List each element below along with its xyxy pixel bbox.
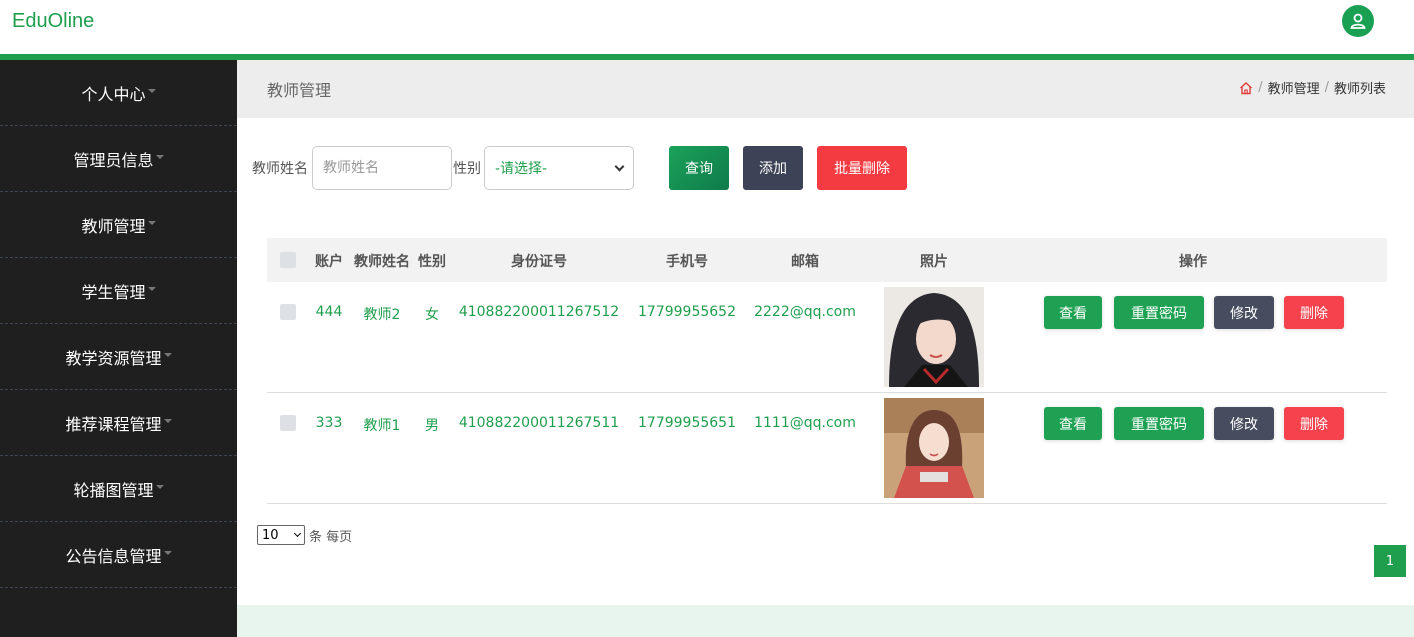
- view-button[interactable]: 查看: [1044, 296, 1102, 329]
- brand-logo[interactable]: EduOline: [12, 10, 94, 33]
- column-header-email: 邮箱: [791, 254, 819, 270]
- select-all-checkbox[interactable]: [280, 252, 296, 268]
- sidebar-item-label: 公告信息管理: [65, 546, 162, 566]
- caret-down-icon: [163, 352, 172, 357]
- table-header: 账户 教师姓名 性别 身份证号 手机号 邮箱 照片 操作: [267, 238, 1387, 282]
- sidebar-item-label: 学生管理: [81, 282, 146, 302]
- cell-phone: 17799955652: [638, 304, 736, 320]
- page-size-value: 10: [262, 527, 279, 543]
- chevron-down-icon: [614, 161, 625, 171]
- cell-gender: 女: [425, 307, 439, 323]
- caret-down-icon: [155, 484, 164, 489]
- column-header-account: 账户: [315, 254, 343, 270]
- cell-phone: 17799955651: [638, 415, 736, 431]
- teacher-photo: [884, 398, 984, 498]
- title-bar: 教师管理 / 教师管理 / 教师列表: [237, 60, 1414, 118]
- breadcrumb: / 教师管理 / 教师列表: [1239, 78, 1386, 97]
- cell-name: 教师1: [363, 418, 401, 434]
- sidebar-item-label: 推荐课程管理: [65, 414, 162, 434]
- sidebar-item-label: 管理员信息: [73, 150, 154, 170]
- teacher-table: 账户 教师姓名 性别 身份证号 手机号 邮箱 照片 操作 444 教师2 女 4…: [267, 238, 1387, 504]
- teacher-name-input[interactable]: [312, 146, 452, 190]
- sidebar-item-teacher-management[interactable]: 教师管理: [0, 192, 237, 258]
- gender-select[interactable]: -请选择-: [484, 146, 634, 190]
- sidebar-item-recommended-courses[interactable]: 推荐课程管理: [0, 390, 237, 456]
- column-header-actions: 操作: [1179, 254, 1207, 270]
- caret-down-icon: [155, 154, 164, 159]
- teacher-photo: [884, 287, 984, 387]
- reset-password-button[interactable]: 重置密码: [1114, 296, 1204, 329]
- user-icon: [1350, 13, 1366, 29]
- column-header-photo: 照片: [920, 254, 948, 270]
- sidebar-item-label: 轮播图管理: [73, 480, 154, 500]
- sidebar-item-label: 教师管理: [81, 216, 146, 236]
- top-bar: EduOline: [0, 0, 1414, 54]
- edit-button[interactable]: 修改: [1214, 296, 1274, 329]
- page-size-select[interactable]: 10: [257, 525, 305, 545]
- sidebar: 个人中心 管理员信息 教师管理 学生管理 教学资源管理 推荐课程管理 轮播图管理…: [0, 60, 237, 637]
- sidebar-item-personal-center[interactable]: 个人中心: [0, 60, 237, 126]
- cell-account: 333: [315, 415, 343, 431]
- cell-name: 教师2: [363, 307, 401, 323]
- home-icon[interactable]: [1239, 81, 1253, 95]
- table-row: 333 教师1 男 410882200011267511 17799955651…: [267, 393, 1387, 504]
- breadcrumb-separator: /: [1324, 80, 1329, 95]
- view-button[interactable]: 查看: [1044, 407, 1102, 440]
- caret-down-icon: [163, 418, 172, 423]
- gender-label: 性别: [453, 161, 481, 177]
- cell-id-number: 410882200011267512: [458, 304, 620, 320]
- edit-button[interactable]: 修改: [1214, 407, 1274, 440]
- cell-email: 1111@qq.com: [754, 415, 856, 431]
- sidebar-item-label: 个人中心: [81, 84, 146, 104]
- breadcrumb-separator: /: [1258, 80, 1263, 95]
- batch-delete-button[interactable]: 批量删除: [817, 146, 907, 190]
- breadcrumb-item-teacher-management[interactable]: 教师管理: [1268, 78, 1320, 97]
- teacher-name-label: 教师姓名: [252, 161, 308, 177]
- column-header-phone: 手机号: [666, 254, 708, 270]
- cell-id-number: 410882200011267511: [458, 415, 620, 431]
- query-button[interactable]: 查询: [669, 146, 729, 190]
- sidebar-item-announcements[interactable]: 公告信息管理: [0, 522, 237, 588]
- sidebar-item-label: 教学资源管理: [65, 348, 162, 368]
- caret-down-icon: [163, 550, 172, 555]
- column-header-name: 教师姓名: [354, 254, 410, 270]
- cell-gender: 男: [425, 418, 439, 434]
- gender-select-value: -请选择-: [495, 161, 548, 177]
- caret-down-icon: [147, 88, 156, 93]
- sidebar-item-student-management[interactable]: 学生管理: [0, 258, 237, 324]
- cell-account: 444: [315, 304, 343, 320]
- chevron-down-icon: [293, 529, 302, 538]
- page-number-button[interactable]: 1: [1374, 545, 1406, 577]
- delete-button[interactable]: 删除: [1284, 296, 1344, 329]
- column-header-gender: 性别: [418, 254, 446, 270]
- page-title: 教师管理: [267, 81, 332, 100]
- page-size-control: 10 条 每页: [257, 525, 352, 545]
- caret-down-icon: [147, 220, 156, 225]
- reset-password-button[interactable]: 重置密码: [1114, 407, 1204, 440]
- user-avatar[interactable]: [1342, 5, 1374, 37]
- footer: [237, 605, 1414, 637]
- page-size-suffix: 条 每页: [309, 529, 353, 545]
- sidebar-item-carousel[interactable]: 轮播图管理: [0, 456, 237, 522]
- row-checkbox[interactable]: [280, 415, 296, 431]
- sidebar-item-teaching-resources[interactable]: 教学资源管理: [0, 324, 237, 390]
- caret-down-icon: [147, 286, 156, 291]
- table-row: 444 教师2 女 410882200011267512 17799955652…: [267, 282, 1387, 393]
- cell-email: 2222@qq.com: [754, 304, 856, 320]
- row-checkbox[interactable]: [280, 304, 296, 320]
- delete-button[interactable]: 删除: [1284, 407, 1344, 440]
- column-header-id-number: 身份证号: [511, 254, 567, 270]
- sidebar-item-admin-info[interactable]: 管理员信息: [0, 126, 237, 192]
- breadcrumb-item-teacher-list: 教师列表: [1333, 82, 1386, 97]
- main-content: 教师管理 / 教师管理 / 教师列表 教师姓名 性别 -请选择- 查询 添加 批…: [237, 60, 1414, 637]
- add-button[interactable]: 添加: [743, 146, 803, 190]
